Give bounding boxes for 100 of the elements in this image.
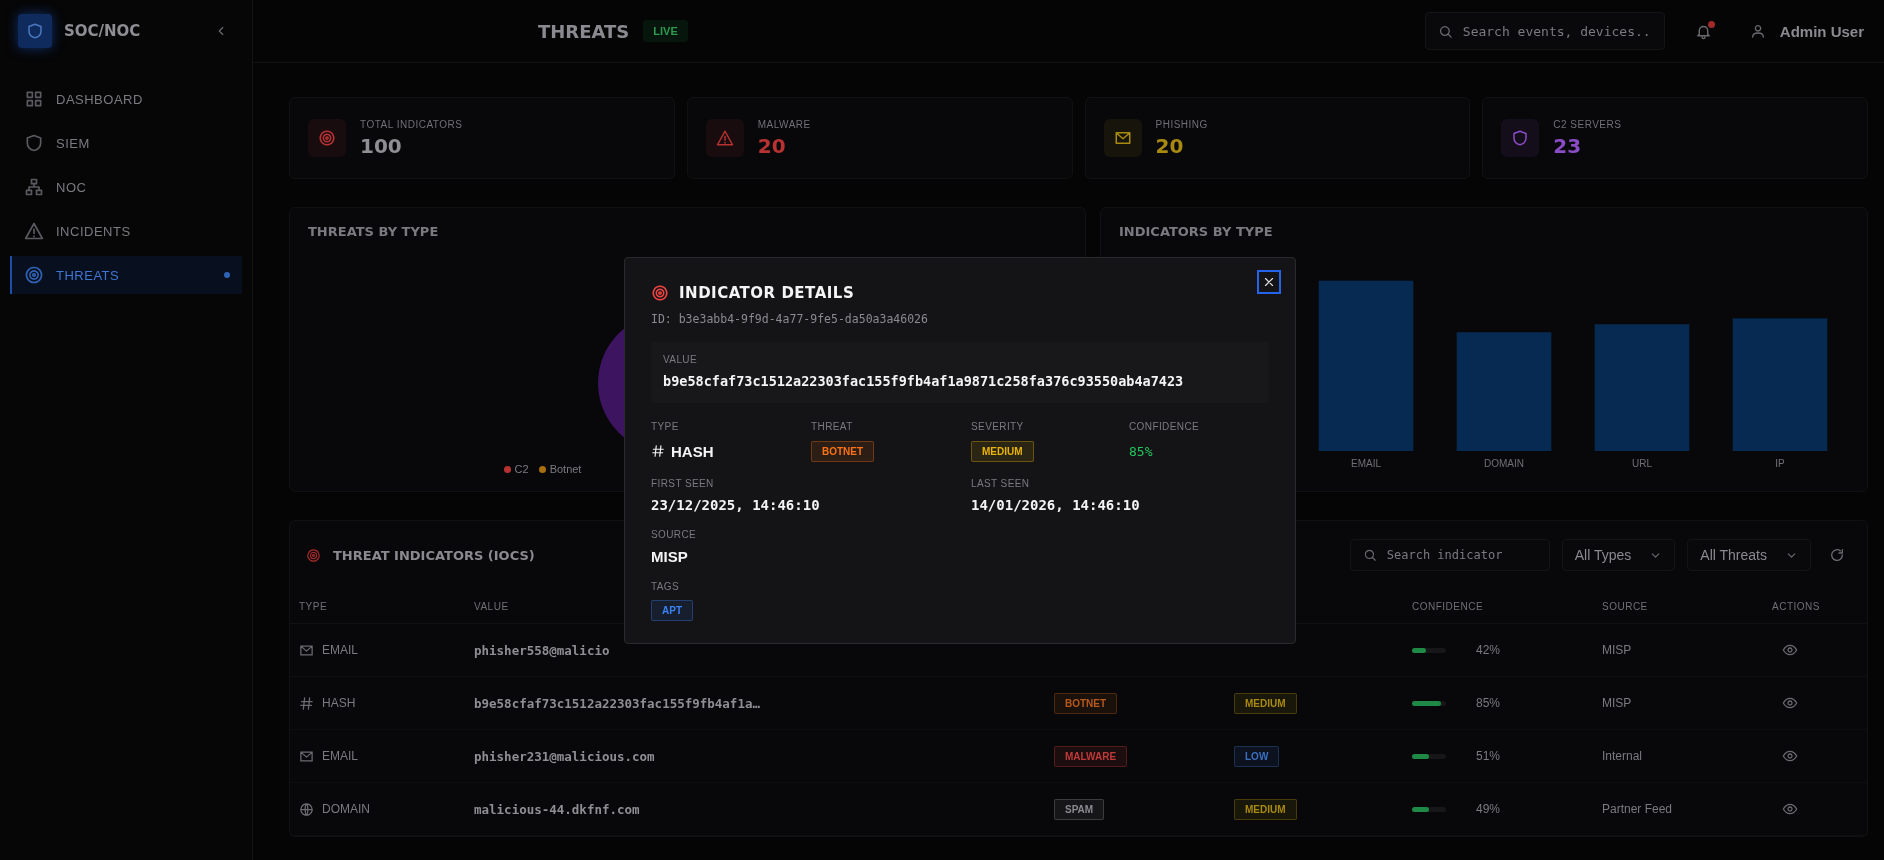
brand-name: SOC/NOC bbox=[64, 22, 142, 40]
field-label: FIRST SEEN bbox=[651, 478, 715, 489]
tag: APT bbox=[651, 600, 693, 621]
shield-icon bbox=[26, 22, 44, 40]
search-box[interactable]: Search events, devices.. bbox=[1424, 12, 1665, 50]
eye-icon bbox=[1782, 695, 1798, 711]
value-cell: malicious-44.dkfnf.com bbox=[474, 801, 640, 817]
indicator-id: ID: b3e3abb4-9f9d-4a77-9fe5-da50a3a46026 bbox=[651, 312, 929, 326]
confidence-reading: 42% bbox=[1476, 643, 1501, 657]
field-label: TYPE bbox=[651, 421, 680, 432]
search-box[interactable]: Search indicator bbox=[1349, 539, 1550, 571]
eye-icon bbox=[1782, 642, 1798, 658]
stat-value: 23 bbox=[1553, 133, 1583, 158]
envelope-icon bbox=[299, 748, 314, 764]
hash-value: b9e58cfaf73c1512a22303fac155f9fb4af1a9871c258fa376c93550ab4a7423 bbox=[663, 373, 1185, 389]
confidence-reading: 49% bbox=[1476, 802, 1501, 816]
legend-label: Botnet bbox=[549, 463, 582, 475]
axis-label: URL bbox=[1632, 457, 1652, 469]
column-header: SOURCE bbox=[1602, 600, 1648, 612]
status-tag: MEDIUM bbox=[971, 440, 1034, 462]
eye-icon bbox=[1782, 748, 1798, 764]
column-header: ACTIONS bbox=[1772, 600, 1820, 612]
confidence-reading: 85% bbox=[1476, 696, 1501, 710]
threat-tag: BOTNET bbox=[1054, 692, 1118, 714]
type-cell: DOMAIN bbox=[322, 802, 370, 816]
target-icon bbox=[306, 547, 321, 563]
field-label: CONFIDENCE bbox=[1129, 421, 1201, 432]
envelope-icon bbox=[299, 642, 314, 658]
close-button[interactable] bbox=[1257, 270, 1281, 294]
threat-tag: SPAM bbox=[1054, 798, 1105, 820]
dialog-title: INDICATOR DETAILS bbox=[679, 284, 855, 302]
source-cell: Internal bbox=[1602, 749, 1643, 763]
search-field[interactable]: Search indicator bbox=[1386, 548, 1537, 562]
date-value: 14/01/2026, 14:46:10 bbox=[971, 497, 1141, 513]
filter-dropdown[interactable]: All Types bbox=[1561, 539, 1676, 571]
sidebar-item[interactable]: DASHBOARD bbox=[10, 80, 242, 118]
field-label: LAST SEEN bbox=[971, 478, 1031, 489]
stat-value: 100 bbox=[360, 133, 403, 158]
column-header: VALUE bbox=[474, 600, 509, 612]
stat-label: TOTAL INDICATORS bbox=[360, 118, 463, 130]
axis-label: EMAIL bbox=[1351, 457, 1381, 469]
stat-label: C2 SERVERS bbox=[1553, 118, 1622, 130]
stat-value: 20 bbox=[1155, 133, 1185, 158]
target-icon bbox=[24, 265, 44, 285]
target-icon bbox=[651, 284, 669, 302]
sidebar-item[interactable]: INCIDENTS bbox=[10, 212, 242, 250]
close-icon bbox=[1262, 275, 1276, 289]
source-value: MISP bbox=[651, 548, 689, 565]
search-field[interactable]: Search events, devices.. bbox=[1462, 23, 1652, 39]
eye-icon bbox=[1782, 801, 1798, 817]
stat-value: 20 bbox=[757, 133, 787, 158]
active-dot bbox=[224, 272, 230, 278]
field-label: TAGS bbox=[651, 581, 681, 592]
value-cell: phisher231@malicious.com bbox=[474, 748, 655, 764]
grid-icon bbox=[24, 89, 44, 109]
threat-tag: MALWARE bbox=[1054, 745, 1128, 767]
user-icon bbox=[1749, 23, 1766, 39]
chart-title: INDICATORS BY TYPE bbox=[1119, 224, 1274, 239]
value-cell: b9e58cfaf73c1512a22303fac155f9fb4af1a… bbox=[474, 695, 760, 711]
date-value: 23/12/2025, 14:46:10 bbox=[651, 497, 821, 513]
status-tag: BOTNET bbox=[811, 440, 875, 462]
severity-tag: LOW bbox=[1234, 745, 1280, 767]
page-title: THREATS bbox=[538, 20, 630, 42]
live-badge: LIVE bbox=[643, 20, 688, 42]
value-cell: phisher558@malicio bbox=[474, 642, 610, 658]
shield-icon bbox=[24, 133, 44, 153]
sidebar-item[interactable]: SIEM bbox=[10, 124, 242, 162]
field-label: THREAT bbox=[811, 421, 854, 432]
legend-label: C2 bbox=[514, 463, 529, 475]
user-name[interactable]: Admin User bbox=[1779, 22, 1864, 40]
column-header: TYPE bbox=[299, 600, 328, 612]
search-icon bbox=[1362, 548, 1377, 562]
type-cell: EMAIL bbox=[322, 643, 358, 657]
source-cell: MISP bbox=[1602, 643, 1632, 657]
type-cell: HASH bbox=[322, 696, 356, 710]
network-icon bbox=[24, 177, 44, 197]
source-cell: Partner Feed bbox=[1602, 802, 1673, 816]
hash-icon bbox=[651, 444, 665, 458]
hash-icon bbox=[299, 695, 314, 711]
sidebar-item[interactable]: THREATS bbox=[10, 256, 242, 294]
sidebar-item[interactable]: NOC bbox=[10, 168, 242, 206]
axis-label: IP bbox=[1775, 457, 1785, 469]
search-icon bbox=[1437, 23, 1453, 39]
refresh-icon bbox=[1829, 547, 1845, 563]
warning-icon bbox=[24, 221, 44, 241]
table-title: THREAT INDICATORS (IOCS) bbox=[333, 547, 535, 563]
chart-title: THREATS BY TYPE bbox=[308, 224, 440, 239]
type-cell: EMAIL bbox=[322, 749, 358, 763]
filter-dropdown[interactable]: All Threats bbox=[1687, 539, 1811, 571]
globe-icon bbox=[299, 801, 314, 817]
severity-tag: MEDIUM bbox=[1234, 798, 1297, 820]
source-cell: MISP bbox=[1602, 696, 1632, 710]
severity-tag: MEDIUM bbox=[1234, 692, 1297, 714]
field-label: SOURCE bbox=[651, 529, 698, 540]
confidence-reading: 51% bbox=[1476, 749, 1501, 763]
type-value: HASH bbox=[671, 442, 714, 460]
field-label: SEVERITY bbox=[971, 421, 1025, 432]
column-header: CONFIDENCE bbox=[1412, 600, 1484, 612]
field-label: VALUE bbox=[663, 354, 699, 365]
confidence-value: 85% bbox=[1129, 443, 1153, 459]
